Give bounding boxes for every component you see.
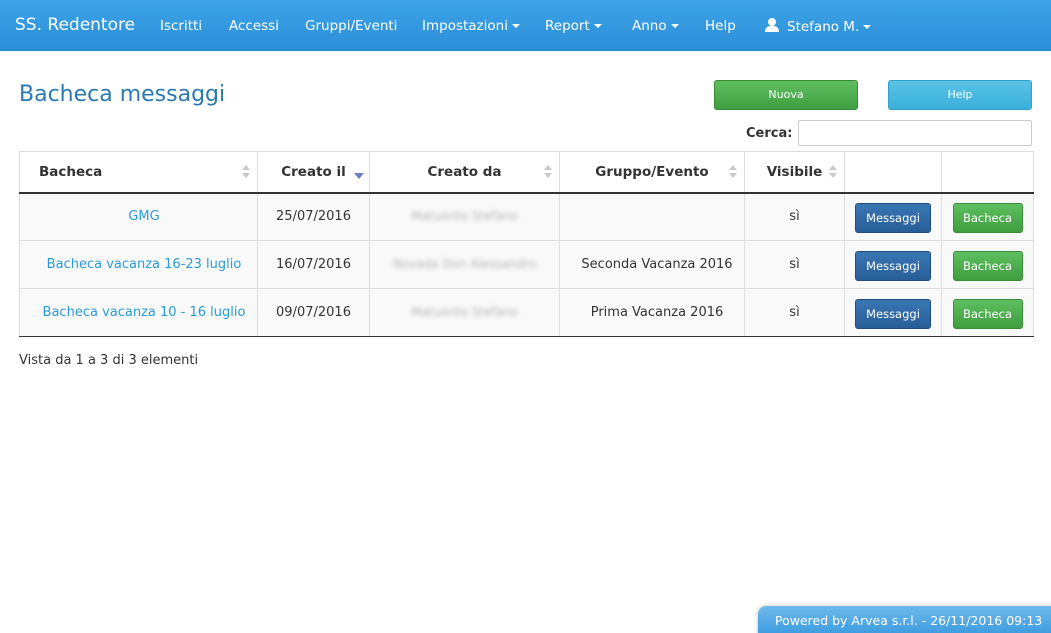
cell-action-messaggi: Messaggi	[844, 192, 942, 241]
cell-gruppo-evento	[559, 192, 745, 241]
table-info: Vista da 1 a 3 di 3 elementi	[19, 353, 199, 368]
table-header-row: Bacheca Creato il Creato da Gruppo/Event…	[19, 151, 1034, 194]
cell-gruppo-evento: Seconda Vacanza 2016	[559, 240, 745, 289]
table-row: Bacheca vacanza 10 - 16 luglio 09/07/201…	[19, 288, 1034, 337]
cell-creato-da: Novada Don Alessandro	[369, 240, 560, 289]
new-button[interactable]: Nuova	[714, 80, 858, 110]
table-row: Bacheca vacanza 16-23 luglio 16/07/2016 …	[19, 240, 1034, 289]
messages-button[interactable]: Messaggi	[855, 203, 931, 234]
nav-user-label: Stefano M.	[787, 19, 860, 35]
nav-item-label: Iscritti	[160, 18, 203, 34]
cell-creato-il: 25/07/2016	[257, 192, 370, 241]
column-header-label: Bacheca	[39, 163, 103, 180]
search-input[interactable]	[798, 120, 1032, 146]
messages-button[interactable]: Messaggi	[855, 251, 931, 281]
nav-item-accessi[interactable]: Accessi	[229, 18, 279, 34]
column-header-bacheca[interactable]: Bacheca	[19, 151, 258, 194]
column-header-actions-1	[844, 151, 942, 194]
cell-gruppo-evento: Prima Vacanza 2016	[559, 288, 745, 337]
nav-item-label: Help	[705, 18, 736, 34]
table-row: GMG 25/07/2016 Matuonto Stefano sì Messa…	[19, 192, 1034, 241]
bacheca-link[interactable]: Bacheca vacanza 16-23 luglio	[47, 257, 242, 272]
cell-creato-da: Matuonto Stefano	[369, 192, 560, 241]
nav-item-report[interactable]: Report	[545, 18, 602, 34]
navbar-brand[interactable]: SS. Redentore	[15, 15, 135, 35]
board-button[interactable]: Bacheca	[952, 203, 1023, 234]
nav-item-gruppi-eventi[interactable]: Gruppi/Eventi	[305, 18, 397, 34]
cell-bacheca: GMG	[19, 192, 258, 241]
column-header-label: Creato da	[427, 163, 502, 180]
column-header-gruppo-evento[interactable]: Gruppo/Evento	[559, 151, 745, 194]
nav-item-anno[interactable]: Anno	[632, 18, 679, 34]
creator-name: Matuonto Stefano	[410, 305, 519, 319]
sort-icon	[829, 165, 837, 179]
board-button[interactable]: Bacheca	[952, 251, 1023, 281]
cell-action-bacheca: Bacheca	[941, 288, 1034, 337]
caret-down-icon	[863, 25, 872, 29]
messages-board-table: Bacheca Creato il Creato da Gruppo/Event…	[19, 151, 1034, 337]
sort-icon	[544, 165, 552, 179]
cell-bacheca: Bacheca vacanza 10 - 16 luglio	[19, 288, 258, 337]
cell-action-messaggi: Messaggi	[844, 288, 942, 337]
caret-down-icon	[593, 24, 602, 28]
help-button[interactable]: Help	[888, 80, 1032, 110]
cell-creato-da: Matuonto Stefano	[369, 288, 560, 337]
nav-item-impostazioni[interactable]: Impostazioni	[422, 18, 520, 34]
top-navbar: SS. Redentore Iscritti Accessi Gruppi/Ev…	[0, 0, 1051, 51]
page-title: Bacheca messaggi	[19, 82, 226, 107]
column-header-actions-2	[941, 151, 1034, 194]
nav-item-help[interactable]: Help	[705, 18, 736, 34]
nav-item-iscritti[interactable]: Iscritti	[160, 18, 202, 34]
column-header-label: Gruppo/Evento	[595, 163, 709, 180]
creator-name: Matuonto Stefano	[410, 209, 519, 224]
user-icon	[765, 18, 779, 32]
caret-down-icon	[511, 24, 520, 28]
bacheca-link[interactable]: Bacheca vacanza 10 - 16 luglio	[43, 305, 246, 320]
cell-bacheca: Bacheca vacanza 16-23 luglio	[19, 240, 258, 289]
column-header-label: Creato il	[281, 163, 346, 180]
cell-visibile: sì	[744, 192, 845, 241]
footer-powered-by: Powered by Arvea s.r.l. - 26/11/2016 09:…	[758, 606, 1051, 633]
cell-visibile: sì	[744, 240, 845, 289]
column-header-visibile[interactable]: Visibile	[744, 151, 845, 194]
column-header-label: Visibile	[766, 163, 823, 180]
messages-button[interactable]: Messaggi	[855, 299, 931, 329]
cell-creato-il: 09/07/2016	[257, 288, 370, 337]
sort-icon	[729, 165, 737, 179]
sort-icon	[242, 165, 250, 179]
cell-creato-il: 16/07/2016	[257, 240, 370, 289]
cell-action-messaggi: Messaggi	[844, 240, 942, 289]
search-label: Cerca:	[746, 126, 793, 141]
nav-item-label: Gruppi/Eventi	[305, 18, 398, 34]
nav-item-label: Report	[545, 18, 590, 34]
nav-user-menu[interactable]: Stefano M.	[765, 18, 872, 35]
board-button[interactable]: Bacheca	[952, 299, 1023, 329]
cell-action-bacheca: Bacheca	[941, 240, 1034, 289]
nav-item-label: Impostazioni	[422, 18, 508, 34]
caret-down-icon	[670, 24, 679, 28]
cell-visibile: sì	[744, 288, 845, 337]
nav-item-label: Accessi	[229, 18, 279, 34]
cell-action-bacheca: Bacheca	[941, 192, 1034, 241]
column-header-creato-da[interactable]: Creato da	[369, 151, 560, 194]
creator-name: Novada Don Alessandro	[392, 257, 537, 271]
column-header-creato-il[interactable]: Creato il	[257, 151, 370, 194]
bacheca-link[interactable]: GMG	[128, 209, 159, 224]
sort-desc-icon	[354, 165, 364, 179]
nav-item-label: Anno	[632, 18, 667, 34]
